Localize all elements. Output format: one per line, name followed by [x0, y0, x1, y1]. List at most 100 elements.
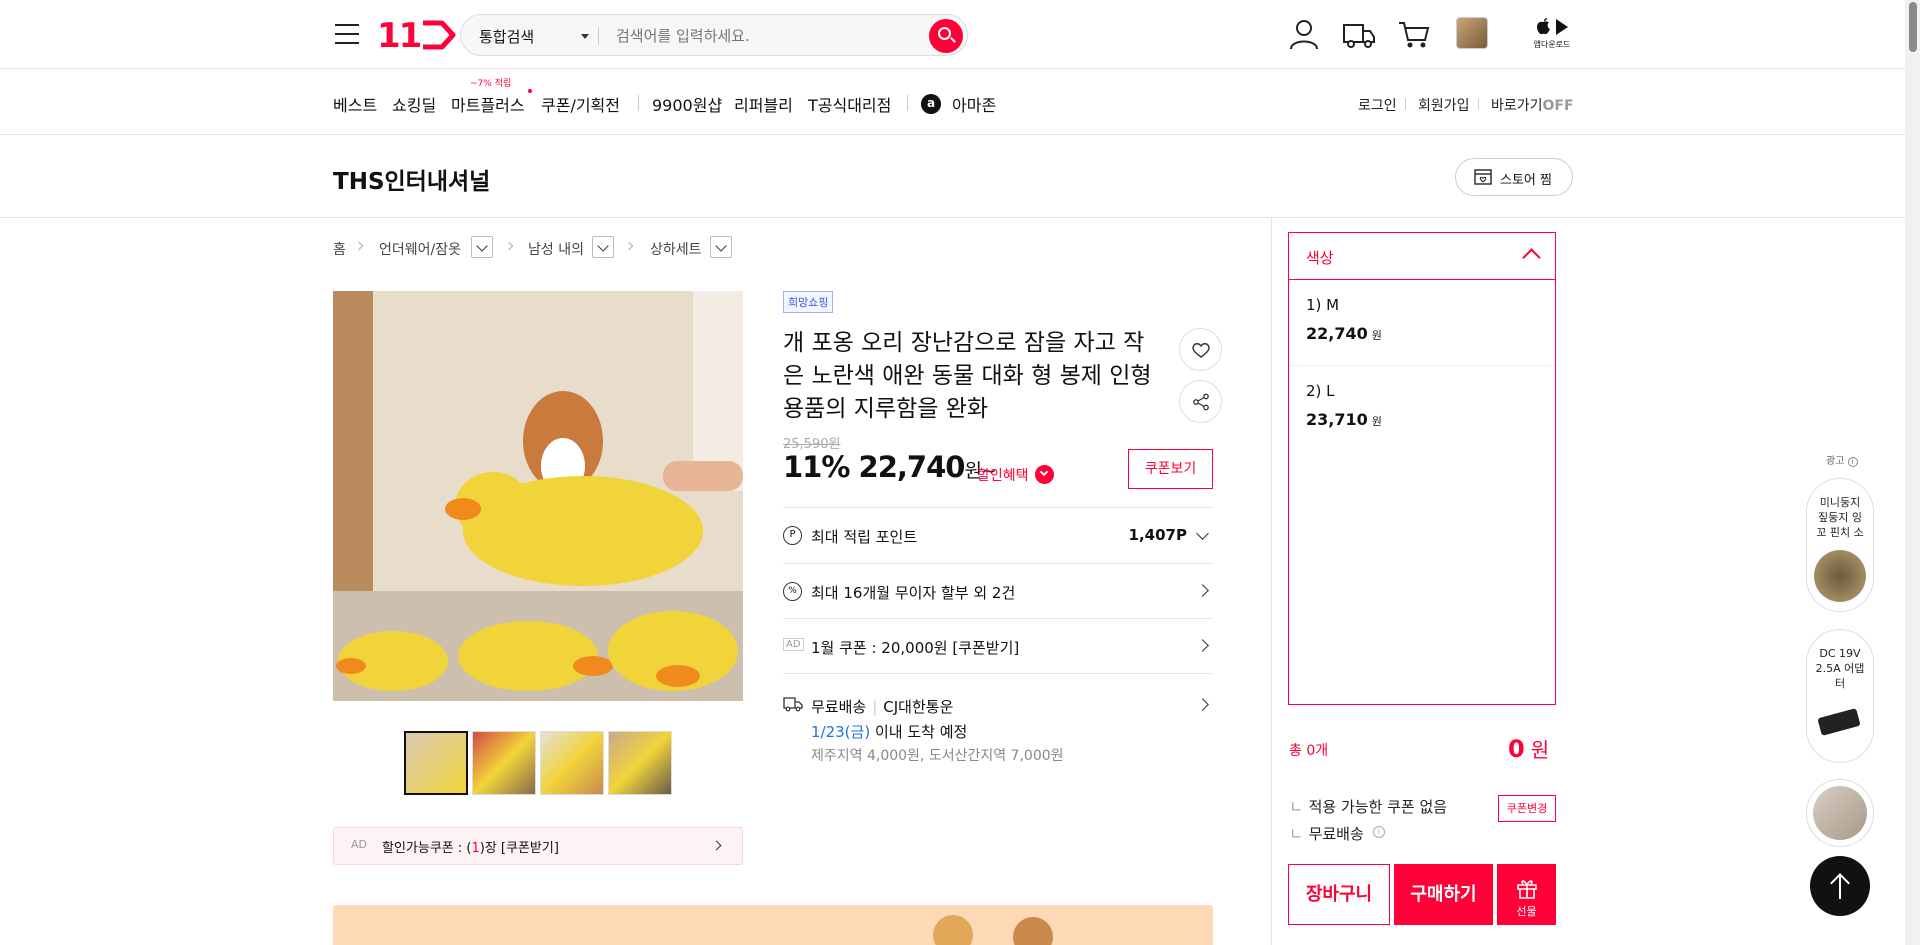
ad-tag: AD — [783, 638, 804, 651]
monthly-coupon-row[interactable]: AD 1월 쿠폰 : 20,000원 [쿠폰받기] — [783, 618, 1213, 673]
shipping-row[interactable]: 무료배송 | CJ대한통운 1/23(금) 이내 도착 예정 제주지역 4,000원… — [783, 673, 1213, 768]
side-ad-item[interactable] — [1806, 779, 1874, 847]
option-price: 23,710 원 — [1306, 410, 1555, 429]
sale-price: 11% 22,740원~ — [783, 450, 997, 484]
ad-coupon-banner[interactable]: AD 할인가능쿠폰 : (1)장 [쿠폰받기] — [333, 827, 743, 865]
coupon-view-button[interactable]: 쿠폰보기 — [1128, 449, 1213, 489]
chevron-down-icon — [1196, 527, 1209, 540]
option-name: 2) L — [1306, 382, 1335, 400]
divider — [907, 95, 908, 111]
user-icon[interactable] — [1287, 17, 1321, 51]
gift-label: 선물 — [1516, 905, 1537, 918]
chevron-down-icon[interactable] — [1035, 465, 1054, 484]
share-icon — [1193, 393, 1209, 411]
site-logo[interactable]: 11 — [377, 16, 458, 56]
side-ad-label-text: 광고 — [1826, 456, 1845, 467]
option-item[interactable]: 1) M 22,740 원 — [1289, 280, 1555, 366]
thumbnail-3[interactable] — [540, 731, 604, 795]
nav-amazon[interactable]: 아마존 — [952, 92, 996, 116]
installment-label: 최대 16개월 무이자 할부 외 2건 — [811, 584, 1016, 602]
signup-link[interactable]: 회원가입 — [1418, 95, 1470, 115]
cart-icon[interactable] — [1397, 17, 1431, 51]
thumbnail-2[interactable] — [472, 731, 536, 795]
option-header[interactable]: 색상 — [1289, 233, 1555, 280]
search-scope[interactable]: 통합검색 — [479, 26, 534, 47]
side-ad-item[interactable]: 미니둥지 짚둥지 잉꼬 핀치 소 — [1806, 478, 1874, 612]
option-header-label: 색상 — [1306, 249, 1334, 267]
side-ad-item[interactable]: DC 19V 2.5A 어댑터 — [1806, 629, 1874, 763]
shortcut-toggle[interactable]: 바로가기OFF — [1491, 95, 1574, 115]
option-name: 1) M — [1306, 296, 1340, 314]
breadcrumb-men-underwear[interactable]: 남성 내의 — [528, 239, 584, 259]
global-nav: 베스트 쇼킹딜 마트플러스 ~7% 적립 쿠폰/기획전 9900원샵 리퍼블리 … — [0, 70, 1920, 135]
store-zzim-button[interactable]: 스토어 찜 — [1455, 158, 1573, 196]
delivery-truck-icon[interactable] — [1342, 17, 1376, 51]
nav-t-official[interactable]: T공식대리점 — [808, 92, 891, 116]
divider — [1478, 98, 1479, 110]
chevron-right-icon — [504, 241, 514, 251]
app-download[interactable]: 앱다운로드 — [1530, 18, 1574, 50]
store-heart-icon — [1474, 169, 1492, 185]
logo-arrow-icon — [423, 20, 456, 50]
character-illustration — [933, 915, 973, 945]
side-ad-text: DC 19V 2.5A 어댑터 — [1815, 647, 1865, 690]
ad-tag: AD — [351, 838, 367, 851]
wishlist-button[interactable] — [1179, 328, 1222, 371]
promo-banner[interactable] — [333, 905, 1213, 945]
scrollbar-thumb[interactable] — [1909, 2, 1917, 52]
point-row[interactable]: P 최대 적립 포인트 1,407P — [783, 507, 1213, 563]
search-button[interactable] — [929, 19, 963, 53]
nav-shocking-deal[interactable]: 쇼킹딜 — [392, 92, 436, 116]
new-dot — [528, 89, 532, 93]
search-input[interactable] — [616, 24, 896, 48]
chevron-down-icon[interactable] — [581, 34, 589, 39]
info-icon[interactable]: i — [1373, 826, 1385, 838]
buy-now-button[interactable]: 구매하기 — [1394, 864, 1493, 925]
point-value: 1,407P — [1128, 526, 1187, 544]
breadcrumb-dropdown[interactable] — [710, 236, 732, 258]
option-panel: 색상 1) M 22,740 원 2) L 23,710 원 — [1288, 232, 1556, 705]
store-name[interactable]: THS인터내셔널 — [333, 162, 490, 196]
breadcrumb-home[interactable]: 홈 — [333, 239, 346, 259]
nav-refurbly[interactable]: 리퍼블리 — [734, 92, 793, 116]
option-item[interactable]: 2) L 23,710 원 — [1289, 366, 1555, 452]
info-icon[interactable]: i — [1847, 457, 1858, 467]
nav-mart-plus[interactable]: 마트플러스 — [451, 92, 525, 116]
breadcrumb-underwear[interactable]: 언더웨어/잠옷 — [379, 239, 461, 259]
coupon-change-button[interactable]: 쿠폰변경 — [1498, 795, 1556, 822]
panel-divider — [1271, 218, 1272, 945]
mart-badge: ~7% 적립 — [470, 79, 512, 89]
breadcrumb-dropdown[interactable] — [592, 236, 614, 258]
thumbnail-1[interactable] — [404, 731, 468, 795]
arrival-date: 1/23(금) — [811, 723, 871, 741]
total-price: 0원 — [1508, 734, 1549, 763]
chevron-up-icon — [1522, 248, 1541, 267]
share-button[interactable] — [1179, 380, 1222, 423]
recent-item-thumbnail[interactable] — [1456, 17, 1488, 49]
ad-coupon-suffix: )장 [쿠폰받기] — [479, 841, 559, 856]
menu-icon[interactable] — [335, 22, 359, 46]
ad-coupon-text: 할인가능쿠폰 : (1)장 [쿠폰받기] — [382, 837, 559, 856]
installment-row[interactable]: % 최대 16개월 무이자 할부 외 2건 — [783, 563, 1213, 618]
nav-9900[interactable]: 9900원샵 — [652, 92, 722, 116]
hope-shopping-badge: 희망쇼핑 — [783, 291, 834, 313]
coupon-none-row: ∟ 적용 가능한 쿠폰 없음 — [1290, 798, 1448, 816]
discount-benefit-link[interactable]: 할인혜택 — [977, 465, 1029, 485]
app-store-icon — [1537, 18, 1568, 35]
ad-coupon-prefix: 할인가능쿠폰 : ( — [382, 841, 472, 856]
gift-button[interactable]: 선물 — [1497, 864, 1556, 925]
login-link[interactable]: 로그인 — [1358, 95, 1397, 115]
thumbnail-4[interactable] — [608, 731, 672, 795]
divider — [598, 27, 599, 45]
free-shipping-label: 무료배송 — [1308, 825, 1364, 843]
add-to-cart-button[interactable]: 장바구니 — [1288, 864, 1390, 925]
nav-coupon[interactable]: 쿠폰/기획전 — [541, 92, 620, 116]
nav-best[interactable]: 베스트 — [333, 92, 377, 116]
scroll-to-top-button[interactable] — [1810, 856, 1870, 916]
product-main-image[interactable] — [333, 291, 743, 701]
chevron-right-icon — [1196, 698, 1209, 711]
breadcrumb-set[interactable]: 상하세트 — [650, 239, 702, 259]
breadcrumb-dropdown[interactable] — [471, 236, 493, 258]
scrollbar[interactable] — [1905, 0, 1920, 945]
top-header: 11 통합검색 앱다운로드 — [0, 0, 1920, 69]
